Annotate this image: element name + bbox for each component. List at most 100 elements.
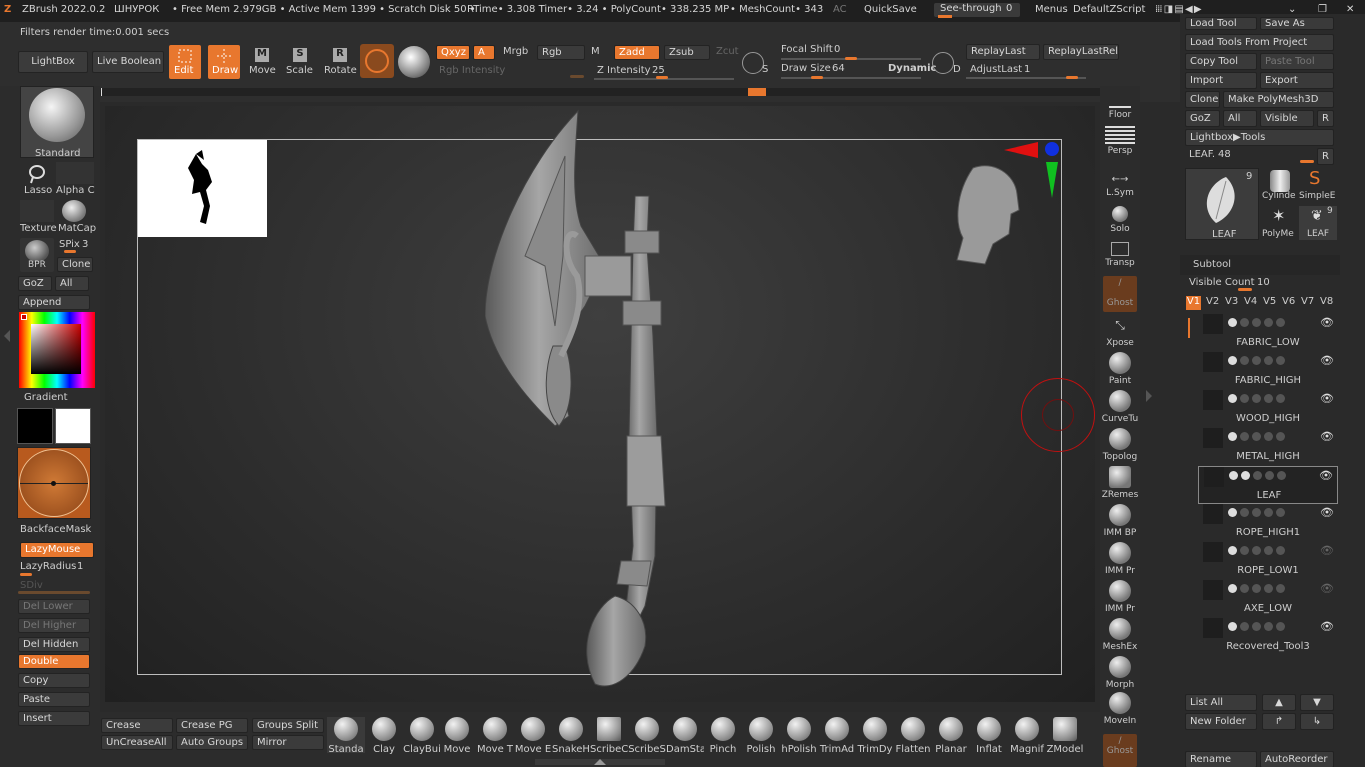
subtool-toggles[interactable]: [1229, 471, 1286, 480]
draw-button[interactable]: Draw: [208, 45, 240, 79]
simplebrush-tool-thumb[interactable]: S SimpleE: [1299, 168, 1337, 202]
script-name[interactable]: DefaultZScript: [1073, 4, 1145, 15]
subtool-row[interactable]: 👁 FABRIC_HIGH: [1198, 352, 1338, 390]
brush-snakehook[interactable]: SnakeH: [552, 717, 590, 755]
subtool-toggles[interactable]: [1228, 394, 1285, 403]
zadd-button[interactable]: Zadd: [614, 45, 660, 60]
color-picker[interactable]: [19, 312, 95, 388]
brush-clay[interactable]: Clay: [365, 717, 403, 755]
menus-button[interactable]: Menus: [1035, 4, 1068, 15]
spix-thumb[interactable]: [64, 250, 76, 253]
tool-slider-thumb[interactable]: [1300, 160, 1314, 163]
brush-scribechisel[interactable]: ScribeC: [590, 717, 628, 755]
load-tool-button[interactable]: Load Tool: [1185, 17, 1257, 30]
brush-move[interactable]: Move: [438, 717, 476, 755]
spix-label[interactable]: SPix: [59, 239, 80, 250]
subtool-toggles[interactable]: [1228, 584, 1285, 593]
ghost-button[interactable]: ∕ Ghost: [1103, 276, 1137, 312]
crease-button[interactable]: Crease: [101, 718, 173, 733]
solo-button[interactable]: Solo: [1100, 206, 1140, 234]
live-boolean-button[interactable]: Live Boolean: [92, 51, 164, 73]
draw-size-label[interactable]: Draw Size: [781, 63, 831, 74]
version-tab-6[interactable]: V6: [1282, 296, 1295, 307]
insert-button[interactable]: Insert: [18, 711, 90, 726]
material-button[interactable]: [360, 44, 394, 78]
autoreorder-button[interactable]: AutoReorder: [1260, 751, 1334, 767]
visible-count-thumb[interactable]: [1238, 288, 1252, 291]
visible-count-label[interactable]: Visible Count: [1189, 277, 1255, 288]
brush-hpolish[interactable]: hPolish: [780, 717, 818, 755]
floor-button[interactable]: Floor: [1100, 94, 1140, 120]
clone-tool-button[interactable]: Clone: [1185, 91, 1220, 108]
document-viewport[interactable]: [105, 106, 1095, 702]
brush-zmodeler[interactable]: ZModel: [1046, 717, 1084, 755]
subtool-row[interactable]: 👁 ROPE_LOW1: [1198, 542, 1338, 580]
version-tab-7[interactable]: V7: [1301, 296, 1314, 307]
lazyradius-label[interactable]: LazyRadius: [20, 561, 76, 572]
adjust-last-label[interactable]: AdjustLast: [970, 64, 1022, 75]
version-tab-3[interactable]: V3: [1225, 296, 1238, 307]
load-tools-from-project-button[interactable]: Load Tools From Project: [1185, 34, 1334, 51]
del-hidden-button[interactable]: Del Hidden: [18, 637, 90, 652]
sdiv-label[interactable]: SDiv: [20, 580, 43, 591]
eye-icon[interactable]: 👁: [1320, 354, 1334, 367]
brush-pinch[interactable]: Pinch: [704, 717, 742, 755]
main-color-swatch[interactable]: [55, 408, 91, 444]
lightbox-tools-button[interactable]: Lightbox▶Tools: [1185, 129, 1334, 146]
subtool-row[interactable]: 👁 WOOD_HIGH: [1198, 390, 1338, 428]
xpose-button[interactable]: ⤡ Xpose: [1100, 318, 1140, 348]
subtool-row[interactable]: 👁 ROPE_HIGH1: [1198, 504, 1338, 542]
axe-model[interactable]: [485, 106, 705, 696]
lazyradius-thumb[interactable]: [20, 573, 32, 576]
eye-icon[interactable]: 👁: [1320, 392, 1334, 405]
rotate-button[interactable]: R Rotate: [323, 45, 357, 79]
brush-standard[interactable]: Standa: [327, 717, 365, 753]
version-tab-4[interactable]: V4: [1244, 296, 1257, 307]
subtool-toggles[interactable]: [1228, 508, 1285, 517]
topology-button[interactable]: Topolog: [1100, 428, 1140, 462]
secondary-color-swatch[interactable]: [17, 408, 53, 444]
subtool-header[interactable]: Subtool: [1180, 255, 1340, 275]
r-button[interactable]: R: [1317, 110, 1334, 127]
eye-icon[interactable]: 👁: [1319, 469, 1333, 482]
move-out-folder-button[interactable]: ↳: [1300, 713, 1334, 730]
lsym-button[interactable]: ←→ L.Sym: [1100, 174, 1140, 198]
goz-button[interactable]: GoZ: [18, 276, 52, 291]
zremesher-button[interactable]: ZRemes: [1100, 466, 1140, 500]
del-lower-button[interactable]: Del Lower: [18, 599, 90, 614]
subtool-toggles[interactable]: [1228, 432, 1285, 441]
timeline-marker[interactable]: [748, 88, 766, 96]
alpha-button[interactable]: Alpha C: [56, 162, 95, 196]
focal-shift-label[interactable]: Focal Shift: [781, 44, 833, 55]
subtool-toggles[interactable]: [1228, 546, 1285, 555]
current-tool-thumb[interactable]: 9 LEAF: [1185, 168, 1259, 240]
timeline-bar[interactable]: [100, 88, 1100, 96]
imm-primitives-button[interactable]: IMM Pr: [1100, 542, 1140, 576]
edit-button[interactable]: Edit: [169, 45, 201, 79]
eye-icon[interactable]: 👁: [1320, 316, 1334, 329]
imm-bp-button[interactable]: IMM BP: [1100, 504, 1140, 538]
subtool-row[interactable]: 👁 METAL_HIGH: [1198, 428, 1338, 466]
brush-trimadaptive[interactable]: TrimAd: [818, 717, 856, 755]
uncrease-all-button[interactable]: UnCreaseAll: [101, 735, 173, 750]
goz-tool-button[interactable]: GoZ: [1185, 110, 1220, 127]
list-all-button[interactable]: List All: [1185, 694, 1257, 711]
eye-hidden-icon[interactable]: 👁: [1320, 582, 1334, 595]
new-folder-button[interactable]: New Folder: [1185, 713, 1257, 730]
gradient-label[interactable]: Gradient: [24, 392, 68, 403]
brush-planar[interactable]: Planar: [932, 717, 970, 755]
version-tab-8[interactable]: V8: [1320, 296, 1333, 307]
brush-claybuildup[interactable]: ClayBui: [403, 717, 441, 755]
eye-icon[interactable]: 👁: [1320, 430, 1334, 443]
subtool-toggles[interactable]: [1228, 356, 1285, 365]
brush-scribestandard[interactable]: ScribeS: [628, 717, 666, 755]
move-into-folder-button[interactable]: ↱: [1262, 713, 1296, 730]
brush-polish[interactable]: Polish: [742, 717, 780, 755]
double-button[interactable]: Double: [18, 654, 90, 669]
brush-trimdynamic[interactable]: TrimDy: [856, 717, 894, 755]
leaf-tool-thumb[interactable]: ❦ 9 LEAF: [1299, 206, 1337, 240]
save-as-button[interactable]: Save As: [1260, 17, 1334, 30]
paint-button[interactable]: Paint: [1100, 352, 1140, 386]
subtool-row[interactable]: 👁 FABRIC_LOW: [1198, 314, 1338, 352]
stroke-icon[interactable]: [398, 46, 430, 78]
